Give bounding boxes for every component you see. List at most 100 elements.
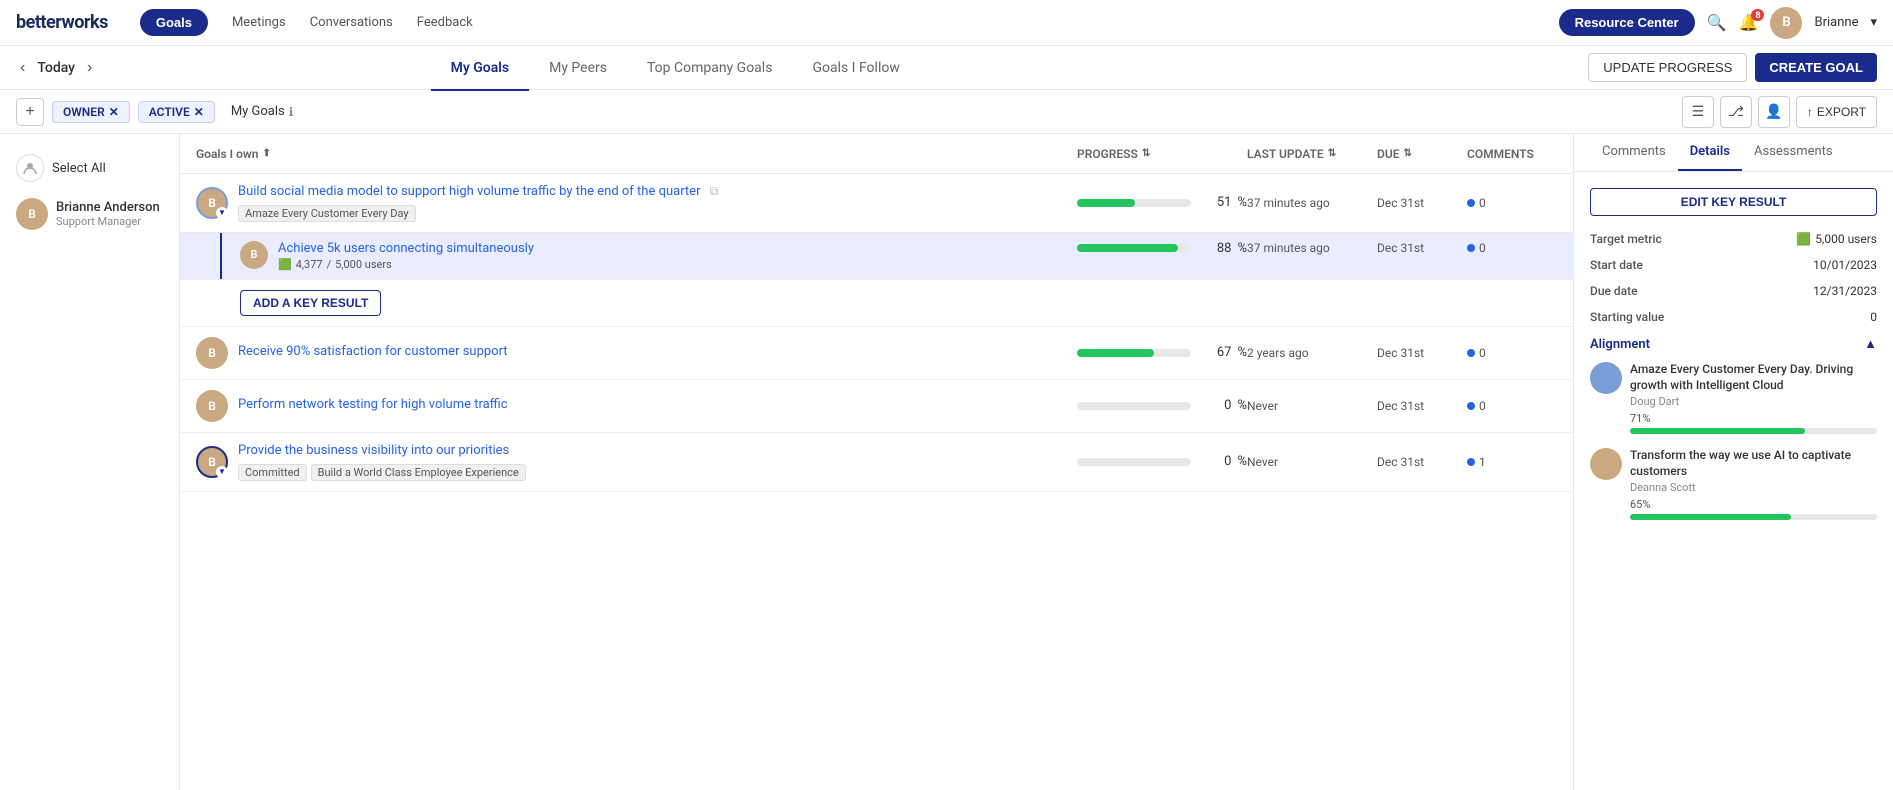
comment-dot-3 xyxy=(1467,402,1475,410)
lastupdate-sort-icon: ⇅ xyxy=(1328,148,1336,159)
col-progress-header[interactable]: PROGRESS ⇅ xyxy=(1077,147,1247,161)
select-all-circle xyxy=(16,154,44,182)
goal-row-1[interactable]: B ▼ Build social media model to support … xyxy=(180,174,1573,232)
goal-title-2[interactable]: Receive 90% satisfaction for customer su… xyxy=(238,344,508,359)
filter-right-actions: ☰ ⎇ 👤 ↑ EXPORT xyxy=(1682,96,1877,128)
top-nav: betterworks Goals Meetings Conversations… xyxy=(0,0,1893,46)
col-lastupdate-header[interactable]: LAST UPDATE ⇅ xyxy=(1247,147,1377,161)
edit-key-result-button[interactable]: EDIT KEY RESULT xyxy=(1590,188,1877,216)
goal-avatar-2: B xyxy=(196,337,228,369)
info-icon[interactable]: ℹ xyxy=(289,105,294,119)
today-label[interactable]: Today xyxy=(37,60,75,76)
comment-dot-1 xyxy=(1467,199,1475,207)
goal-sort-icon: ⬆ xyxy=(262,148,270,159)
prev-arrow[interactable]: ‹ xyxy=(16,55,29,81)
my-goals-filter-label: My Goals ℹ xyxy=(231,104,294,119)
alignment-item-2[interactable]: Transform the way we use AI to captivate… xyxy=(1590,448,1877,520)
active-filter-chip[interactable]: ACTIVE ✕ xyxy=(138,101,215,123)
update-progress-button[interactable]: UPDATE PROGRESS xyxy=(1588,53,1747,82)
sidebar-user-name: Brianne Anderson xyxy=(56,200,163,216)
logo: betterworks xyxy=(16,12,108,33)
alignment-collapse-icon[interactable]: ▲ xyxy=(1864,336,1877,352)
goal-item-1: B ▼ Build social media model to support … xyxy=(180,174,1573,327)
user-name-display[interactable]: Brianne xyxy=(1814,15,1858,30)
copy-icon-1[interactable]: ⧉ xyxy=(710,184,719,198)
person-view-button[interactable]: 👤 xyxy=(1758,96,1790,128)
goal-item-4: B ▼ Provide the business visibility into… xyxy=(180,433,1573,492)
progress-bar-container-3 xyxy=(1077,402,1191,410)
owner-filter-remove[interactable]: ✕ xyxy=(109,105,119,119)
starting-value-value: 0 xyxy=(1870,310,1877,324)
goal-lastupdate-2: 2 years ago xyxy=(1247,346,1377,360)
goal-lastupdate-4: Never xyxy=(1247,455,1377,469)
add-key-result-button[interactable]: ADD A KEY RESULT xyxy=(240,290,381,316)
panel-body: EDIT KEY RESULT Target metric 🟩 5,000 us… xyxy=(1574,172,1893,550)
tab-my-peers[interactable]: My Peers xyxy=(529,47,627,91)
user-dropdown-icon: ▾ xyxy=(1870,15,1877,30)
goal-title-4[interactable]: Provide the business visibility into our… xyxy=(238,443,509,458)
feedback-nav-link[interactable]: Feedback xyxy=(417,15,473,30)
export-button[interactable]: ↑ EXPORT xyxy=(1796,96,1877,128)
select-all-label: Select All xyxy=(52,161,106,176)
goal-avatar-3: B xyxy=(196,390,228,422)
goal-row-4[interactable]: B ▼ Provide the business visibility into… xyxy=(180,433,1573,491)
select-all-row[interactable]: Select All xyxy=(0,146,179,190)
panel-tabs: Comments Details Assessments xyxy=(1574,134,1893,172)
panel-tab-assessments[interactable]: Assessments xyxy=(1742,134,1845,171)
sub-nav-actions: UPDATE PROGRESS CREATE GOAL xyxy=(1588,53,1877,82)
active-filter-remove[interactable]: ✕ xyxy=(194,105,204,119)
start-date-value: 10/01/2023 xyxy=(1813,258,1877,272)
kr-title-1[interactable]: Achieve 5k users connecting simultaneous… xyxy=(278,241,534,256)
goal-comments-1: 0 xyxy=(1467,196,1557,210)
tab-my-goals[interactable]: My Goals xyxy=(431,47,530,91)
owner-filter-chip[interactable]: OWNER ✕ xyxy=(52,101,130,123)
alignment-bar-container-2 xyxy=(1630,514,1877,520)
avatar[interactable]: B xyxy=(1770,7,1802,39)
kr-avatar-1: B xyxy=(240,241,268,269)
notifications-button[interactable]: 🔔 8 xyxy=(1739,13,1759,33)
goals-nav-button[interactable]: Goals xyxy=(140,9,208,36)
goal-due-4: Dec 31st xyxy=(1377,455,1467,469)
panel-tab-details[interactable]: Details xyxy=(1678,134,1742,171)
alignment-label: Alignment xyxy=(1590,337,1650,352)
goal-tags-4: Committed Build a World Class Employee E… xyxy=(238,464,1077,481)
meetings-nav-link[interactable]: Meetings xyxy=(232,15,286,30)
conversations-nav-link[interactable]: Conversations xyxy=(310,15,393,30)
export-icon: ↑ xyxy=(1807,105,1813,119)
goal-lastupdate-3: Never xyxy=(1247,399,1377,413)
col-goal-header[interactable]: Goals I own ⬆ xyxy=(196,147,1077,161)
goal-title-1[interactable]: Build social media model to support high… xyxy=(238,184,700,199)
create-goal-button[interactable]: CREATE GOAL xyxy=(1755,53,1877,82)
goal-row-3[interactable]: B Perform network testing for high volum… xyxy=(180,380,1573,432)
goal-title-area-4: Provide the business visibility into our… xyxy=(238,443,1077,481)
sidebar-user-row[interactable]: B Brianne Anderson Support Manager xyxy=(0,190,179,238)
sidebar-user-title: Support Manager xyxy=(56,215,163,228)
kr-progress-1: 88% xyxy=(1077,241,1247,256)
kr-comments-1: 0 xyxy=(1467,241,1557,255)
alignment-item-1[interactable]: Amaze Every Customer Every Day. Driving … xyxy=(1590,362,1877,434)
tab-goals-i-follow[interactable]: Goals I Follow xyxy=(792,47,919,91)
sub-nav: ‹ Today › My Goals My Peers Top Company … xyxy=(0,46,1893,90)
kr-comment-dot-1 xyxy=(1467,244,1475,252)
next-arrow[interactable]: › xyxy=(83,55,96,81)
goals-table-header: Goals I own ⬆ PROGRESS ⇅ LAST UPDATE ⇅ D… xyxy=(180,134,1573,174)
hierarchy-view-button[interactable]: ⎇ xyxy=(1720,96,1752,128)
comment-dot-4 xyxy=(1467,458,1475,466)
list-view-button[interactable]: ☰ xyxy=(1682,96,1714,128)
col-due-header[interactable]: DUE ⇅ xyxy=(1377,147,1467,161)
kr-progress-bar-fill-1 xyxy=(1077,244,1178,252)
start-date-label: Start date xyxy=(1590,258,1643,272)
tab-top-company-goals[interactable]: Top Company Goals xyxy=(627,47,792,91)
resource-center-button[interactable]: Resource Center xyxy=(1559,9,1695,36)
kr-row-1[interactable]: B Achieve 5k users connecting simultaneo… xyxy=(180,232,1573,279)
search-icon[interactable]: 🔍 xyxy=(1707,13,1727,33)
goal-title-3[interactable]: Perform network testing for high volume … xyxy=(238,397,508,412)
goal-due-3: Dec 31st xyxy=(1377,399,1467,413)
add-filter-button[interactable]: + xyxy=(16,98,44,126)
goal-row-2[interactable]: B Receive 90% satisfaction for customer … xyxy=(180,327,1573,379)
goals-area: Goals I own ⬆ PROGRESS ⇅ LAST UPDATE ⇅ D… xyxy=(180,134,1573,790)
panel-tab-comments[interactable]: Comments xyxy=(1590,134,1678,171)
progress-bar-container-2 xyxy=(1077,349,1191,357)
progress-sort-icon: ⇅ xyxy=(1142,148,1150,159)
alignment-header: Alignment ▲ xyxy=(1590,336,1877,352)
